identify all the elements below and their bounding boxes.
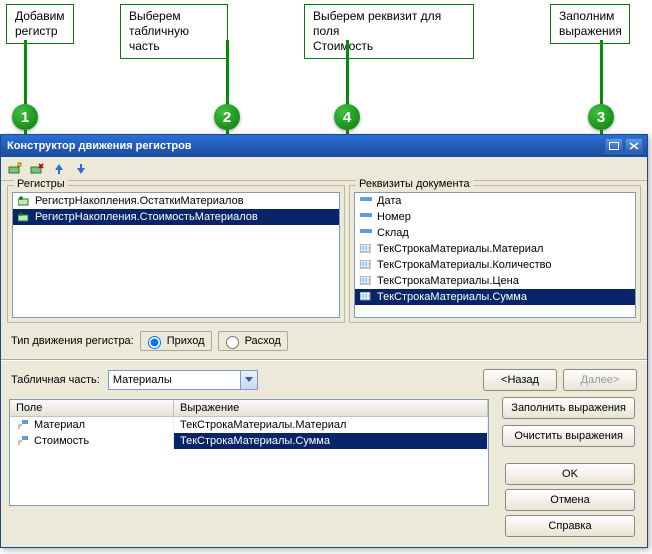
tabpart-combo[interactable] <box>108 370 258 390</box>
list-item-label: Дата <box>377 195 401 207</box>
table-row[interactable]: Стоимость ТекСтрокаМатериалы.Сумма <box>10 433 488 449</box>
list-item[interactable]: РегистрНакопления.СтоимостьМатериалов <box>13 209 339 225</box>
grid-cell-expr: ТекСтрокаМатериалы.Материал <box>174 417 488 433</box>
radio-expense-input[interactable] <box>226 336 239 349</box>
field-icon <box>359 227 373 239</box>
callout-line <box>226 40 229 114</box>
grid-header: Поле Выражение <box>10 400 488 417</box>
list-item[interactable]: Дата <box>355 193 635 209</box>
callout-line <box>346 40 349 114</box>
dialog-buttons: OK Отмена Справка <box>505 463 635 537</box>
callout-label-1: Добавимрегистр <box>6 4 74 44</box>
list-item-label: ТекСтрокаМатериалы.Цена <box>377 275 519 287</box>
requisites-group: Реквизиты документа Дата Номер Склад Тек… <box>349 185 641 323</box>
fields-grid: Поле Выражение Материал ТекСтрокаМатериа… <box>9 399 489 506</box>
titlebar: Конструктор движения регистров <box>1 135 647 157</box>
fill-expr-button[interactable]: Заполнить выражения <box>502 397 635 419</box>
grid-head-field: Поле <box>10 400 174 416</box>
radio-income-label: Приход <box>167 335 205 347</box>
maximize-button[interactable] <box>605 138 623 154</box>
requisites-label: Реквизиты документа <box>356 178 473 190</box>
register-plus-icon <box>17 211 31 223</box>
toolbar <box>1 157 647 181</box>
list-item-label: РегистрНакопления.ОстаткиМатериалов <box>35 195 244 207</box>
registers-listbox[interactable]: РегистрНакопления.ОстаткиМатериалов Реги… <box>12 192 340 318</box>
cancel-button[interactable]: Отмена <box>505 489 635 511</box>
register-plus-icon <box>17 195 31 207</box>
expression-buttons: Заполнить выражения Очистить выражения <box>502 397 635 447</box>
list-item-label: РегистрНакопления.СтоимостьМатериалов <box>35 211 258 223</box>
ok-button[interactable]: OK <box>505 463 635 485</box>
grid-cell-field: Стоимость <box>34 435 89 447</box>
list-item[interactable]: Склад <box>355 225 635 241</box>
registers-label: Регистры <box>14 178 68 190</box>
grid-head-expr: Выражение <box>174 400 488 416</box>
dialog-window: Конструктор движения регистров Регистры <box>0 134 648 548</box>
list-item-label: ТекСтрокаМатериалы.Сумма <box>377 291 527 303</box>
callout-marker-3: 3 <box>588 104 614 130</box>
list-item[interactable]: ТекСтрокаМатериалы.Материал <box>355 241 635 257</box>
move-type-label: Тип движения регистра: <box>11 335 134 347</box>
list-item[interactable]: РегистрНакопления.ОстаткиМатериалов <box>13 193 339 209</box>
radio-income[interactable]: Приход <box>140 331 212 351</box>
row-icon <box>16 435 30 447</box>
radio-income-input[interactable] <box>148 336 161 349</box>
callout-label-4: Выберем реквизит для поляСтоимость <box>304 4 474 59</box>
tabfield-icon <box>359 259 373 271</box>
callout-line <box>600 40 603 114</box>
back-button[interactable]: <Назад <box>483 369 557 391</box>
toolbar-add-icon[interactable] <box>5 159 25 179</box>
requisites-listbox[interactable]: Дата Номер Склад ТекСтрокаМатериалы.Мате… <box>354 192 636 318</box>
toolbar-down-icon[interactable] <box>71 159 91 179</box>
dialog-title: Конструктор движения регистров <box>7 140 603 152</box>
row-icon <box>16 419 30 431</box>
radio-expense-label: Расход <box>245 335 281 347</box>
clear-expr-button[interactable]: Очистить выражения <box>502 425 635 447</box>
tabpart-row: Табличная часть: <Назад Далее> <box>1 363 647 397</box>
callout-label-3: Заполнимвыражения <box>550 4 630 44</box>
callout-marker-1: 1 <box>12 104 38 130</box>
tabfield-icon <box>359 243 373 255</box>
tabfield-icon <box>359 275 373 287</box>
tabfield-icon <box>359 291 373 303</box>
toolbar-delete-icon[interactable] <box>27 159 47 179</box>
radio-expense[interactable]: Расход <box>218 331 288 351</box>
separator <box>1 359 647 361</box>
tabpart-input[interactable] <box>108 370 258 390</box>
field-icon <box>359 211 373 223</box>
list-item[interactable]: ТекСтрокаМатериалы.Количество <box>355 257 635 273</box>
list-item[interactable]: ТекСтрокаМатериалы.Сумма <box>355 289 635 305</box>
next-button[interactable]: Далее> <box>563 369 637 391</box>
callout-marker-4: 4 <box>334 104 360 130</box>
registers-group: Регистры РегистрНакопления.ОстаткиМатери… <box>7 185 345 323</box>
help-button[interactable]: Справка <box>505 515 635 537</box>
chevron-down-icon[interactable] <box>240 371 257 389</box>
grid-cell-field: Материал <box>34 419 85 431</box>
list-item-label: ТекСтрокаМатериалы.Материал <box>377 243 543 255</box>
list-item-label: Склад <box>377 227 409 239</box>
field-icon <box>359 195 373 207</box>
callout-label-2: Выберемтабличную часть <box>120 4 228 59</box>
list-item-label: ТекСтрокаМатериалы.Количество <box>377 259 551 271</box>
table-row[interactable]: Материал ТекСтрокаМатериалы.Материал <box>10 417 488 433</box>
grid-cell-expr: ТекСтрокаМатериалы.Сумма <box>174 433 488 449</box>
list-item-label: Номер <box>377 211 411 223</box>
list-item[interactable]: Номер <box>355 209 635 225</box>
close-button[interactable] <box>625 138 643 154</box>
callout-marker-2: 2 <box>214 104 240 130</box>
toolbar-up-icon[interactable] <box>49 159 69 179</box>
tabpart-label: Табличная часть: <box>11 374 100 386</box>
list-item[interactable]: ТекСтрокаМатериалы.Цена <box>355 273 635 289</box>
callout-line <box>24 40 27 114</box>
move-type-row: Тип движения регистра: Приход Расход <box>1 325 647 357</box>
